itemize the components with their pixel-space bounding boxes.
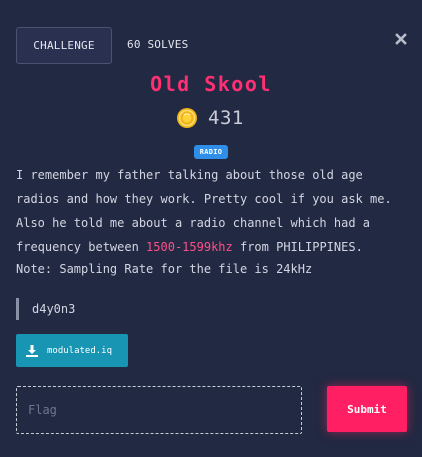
download-icon xyxy=(26,344,38,357)
author-blockquote: d4y0n3 xyxy=(16,298,75,320)
solves-count[interactable]: 60 SOLVES xyxy=(127,38,188,51)
description-text-end: from PHILIPPINES. xyxy=(232,240,363,254)
category-badge: RADIO xyxy=(194,145,228,159)
frequency-highlight: 1500-1599khz xyxy=(146,240,233,254)
download-attachment-button[interactable]: modulated.iq xyxy=(16,334,128,367)
points-row: 431 xyxy=(176,106,244,130)
attachment-filename: modulated.iq xyxy=(47,345,113,356)
close-icon[interactable] xyxy=(393,31,409,47)
challenge-points: 431 xyxy=(208,107,244,129)
author-name: d4y0n3 xyxy=(32,302,76,316)
flag-input[interactable] xyxy=(16,386,302,434)
challenge-description: I remember my father talking about those… xyxy=(16,163,408,259)
sampling-note: Note: Sampling Rate for the file is 24kH… xyxy=(16,262,313,276)
challenge-title: Old Skool xyxy=(150,72,272,96)
challenge-modal: CHALLENGE 60 SOLVES Old Skool 431 RADIO … xyxy=(0,0,422,457)
tab-challenge[interactable]: CHALLENGE xyxy=(16,27,112,64)
coin-icon xyxy=(177,108,197,128)
submit-button[interactable]: Submit xyxy=(327,386,407,432)
